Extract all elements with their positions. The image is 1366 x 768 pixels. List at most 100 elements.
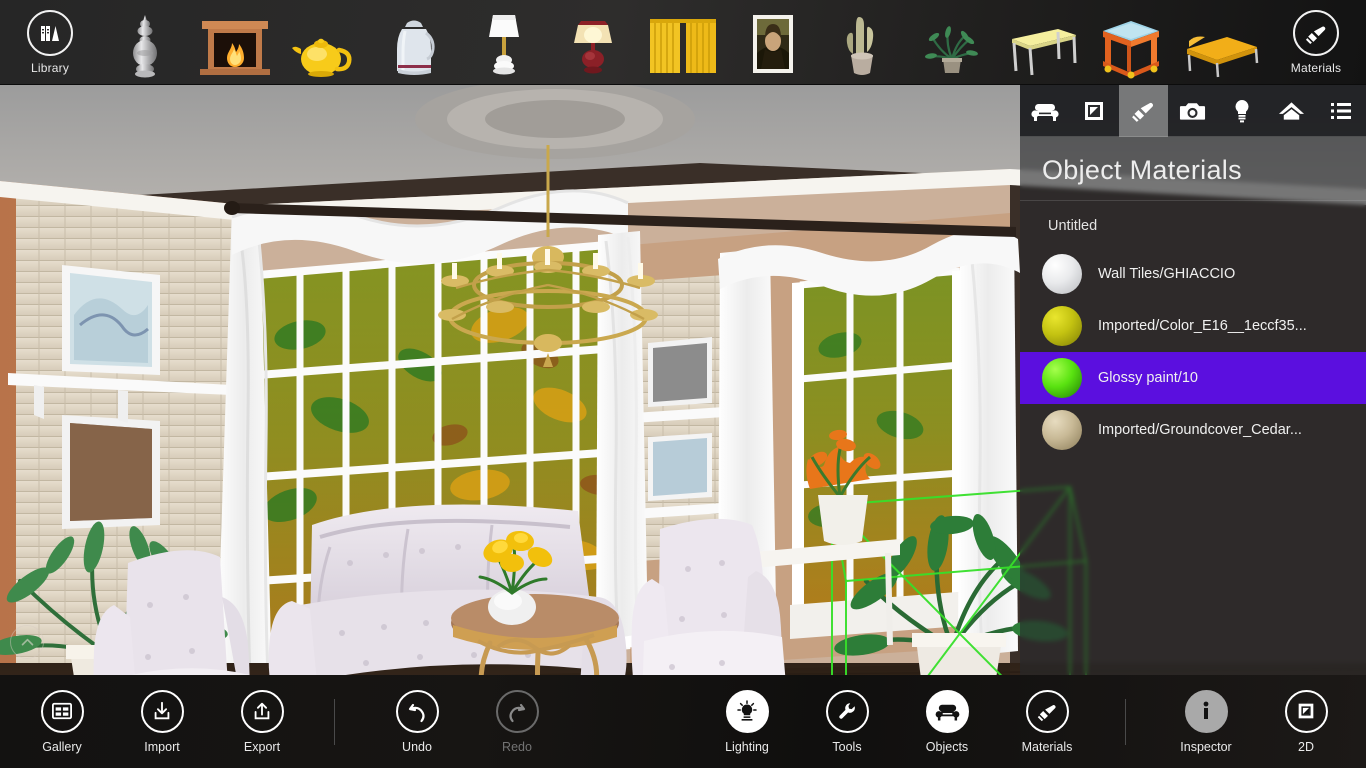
paintbrush-icon [1132, 102, 1153, 122]
import-label: Import [144, 739, 180, 754]
thumb-red-shade-lamp[interactable] [548, 0, 638, 85]
paintbrush-icon [1305, 26, 1325, 44]
tab-home[interactable] [1267, 85, 1316, 137]
inspector-button[interactable]: Inspector [1156, 689, 1256, 754]
application-window: Library Materials Object Materials Untit… [0, 0, 1366, 768]
chevron-up-icon [21, 638, 33, 645]
objects-icon-circle [925, 689, 969, 733]
thumb-white-table-lamp[interactable] [459, 0, 549, 85]
gallery-button[interactable]: Gallery [12, 689, 112, 754]
material-swatch [1042, 358, 1082, 398]
toolbar-divider-1 [334, 698, 335, 745]
undo-label: Undo [402, 739, 432, 754]
thumb-silver-finial-ornament[interactable] [100, 0, 190, 85]
inspector-icon-circle [1184, 689, 1228, 733]
thumb-framed-portrait-painting[interactable] [728, 0, 818, 85]
tab-list[interactable] [1317, 85, 1366, 137]
material-name: Glossy paint/10 [1098, 370, 1198, 386]
export-button[interactable]: Export [212, 689, 312, 754]
tab-materials[interactable] [1118, 85, 1169, 137]
tab-camera[interactable] [1168, 85, 1217, 137]
collapse-panel-button[interactable] [10, 625, 44, 659]
list-icon [1331, 102, 1352, 119]
library-label: Library [30, 61, 70, 75]
bottom-toolbar: Gallery Import Export Undo Redo Lighting… [0, 675, 1366, 768]
materials-toolbar-button[interactable]: Materials [1266, 0, 1366, 85]
inspector-label: Inspector [1180, 739, 1232, 754]
view-2d-icon-circle [1284, 689, 1328, 733]
thumb-potted-cactus[interactable] [818, 0, 908, 85]
material-name: Wall Tiles/GHIACCIO [1098, 266, 1236, 282]
tools-icon-circle [825, 689, 869, 733]
tab-lighting[interactable] [1218, 85, 1267, 137]
lighting-button[interactable]: Lighting [697, 689, 797, 754]
lightbulb-icon [1235, 99, 1249, 122]
info-icon [1203, 701, 1209, 719]
material-list: Wall Tiles/GHIACCIO Imported/Color_E16__… [1020, 248, 1366, 675]
redo-button[interactable]: Redo [467, 689, 567, 754]
undo-icon [408, 703, 425, 723]
material-name: Imported/Color_E16__1eccf35... [1098, 318, 1307, 334]
tab-objects[interactable] [1020, 85, 1069, 137]
material-name: Imported/Groundcover_Cedar... [1098, 422, 1302, 438]
panel-title: Object Materials [1042, 155, 1242, 185]
materials-label: Materials [1021, 739, 1073, 754]
top-toolbar: Library Materials [0, 0, 1366, 85]
materials-icon-circle [1025, 689, 1069, 733]
import-icon [154, 701, 170, 720]
gallery-label: Gallery [42, 739, 82, 754]
thumb-yellow-low-table[interactable] [1176, 0, 1266, 85]
view-2d-label: 2D [1298, 739, 1314, 754]
objects-button[interactable]: Objects [897, 689, 997, 754]
wrench-icon [839, 703, 855, 719]
thumb-orange-side-table[interactable] [1087, 0, 1177, 85]
thumb-yellow-top-desk[interactable] [997, 0, 1087, 85]
library-icon-circle [27, 10, 73, 56]
sofa-icon [1031, 103, 1059, 121]
paintbrush-icon [1037, 704, 1056, 721]
undo-button[interactable]: Undo [367, 689, 467, 754]
import-icon-circle [140, 689, 184, 733]
redo-icon [509, 703, 526, 723]
panel-tab-bar [1020, 85, 1366, 137]
object-thumbnail-strip [100, 0, 1266, 85]
materials-icon-circle [1293, 10, 1339, 56]
thumb-enamel-milk-jug[interactable] [369, 0, 459, 85]
export-label: Export [243, 739, 281, 754]
material-swatch [1042, 306, 1082, 346]
redo-label: Redo [502, 739, 532, 754]
material-list-item[interactable]: Imported/Color_E16__1eccf35... [1020, 300, 1366, 352]
thumb-yellow-teapot[interactable] [279, 0, 369, 85]
tools-button[interactable]: Tools [797, 689, 897, 754]
tools-label: Tools [832, 739, 862, 754]
thumb-brick-fireplace[interactable] [190, 0, 280, 85]
lighting-label: Lighting [725, 739, 769, 754]
material-swatch [1042, 410, 1082, 450]
export-icon [254, 702, 270, 720]
thumb-potted-houseplant[interactable] [907, 0, 997, 85]
export-icon-circle [240, 689, 284, 733]
material-list-item-selected[interactable]: Glossy paint/10 [1020, 352, 1366, 404]
object-materials-panel: Object Materials Untitled Wall Tiles/GHI… [1020, 85, 1366, 675]
material-list-item[interactable]: Imported/Groundcover_Cedar... [1020, 404, 1366, 456]
lighting-icon-circle [725, 689, 769, 733]
lightbulb-icon [737, 700, 757, 721]
home-icon [1279, 101, 1305, 120]
view-2d-button[interactable]: 2D [1256, 689, 1356, 754]
materials-button[interactable]: Materials [997, 689, 1097, 754]
toolbar-divider-2 [1125, 698, 1126, 745]
redo-icon-circle [495, 689, 539, 733]
floorplan-icon [1085, 101, 1104, 120]
camera-icon [1180, 102, 1206, 120]
thumb-yellow-curtains[interactable] [638, 0, 728, 85]
import-button[interactable]: Import [112, 689, 212, 754]
sofa-icon [935, 704, 959, 721]
materials-toolbar-label: Materials [1290, 61, 1342, 75]
tab-floorplan[interactable] [1069, 85, 1118, 137]
undo-icon-circle [395, 689, 439, 733]
library-button[interactable]: Library [0, 0, 100, 85]
floorplan-icon [1298, 703, 1314, 719]
material-list-item[interactable]: Wall Tiles/GHIACCIO [1020, 248, 1366, 300]
library-books-icon [41, 26, 59, 41]
material-group-label: Untitled [1048, 218, 1098, 234]
